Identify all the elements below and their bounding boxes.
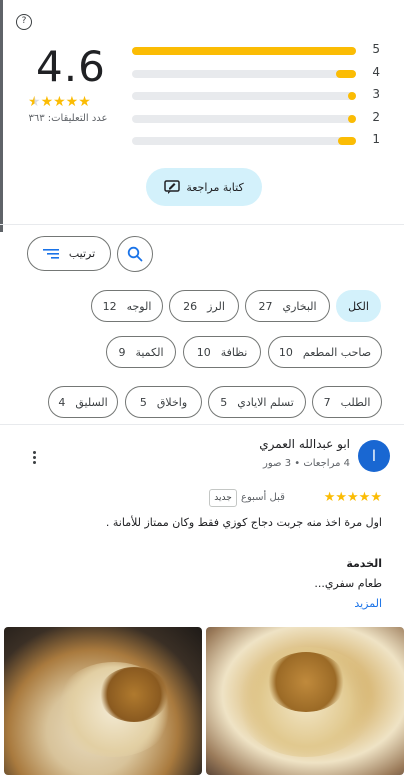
histogram-fill (338, 137, 356, 145)
star-half-icon: ★ (28, 94, 41, 110)
chip-label: البخاري (282, 299, 317, 313)
chip-count: 10 (278, 345, 293, 359)
histogram-label: 4 (372, 64, 380, 79)
chip-count: 4 (58, 395, 66, 409)
chip-label: الوجه (126, 299, 152, 313)
chip-label: السليق (75, 395, 108, 409)
review-count: عدد التعليقات: ٣٦٣ (28, 113, 108, 124)
chip-bukhari[interactable]: البخاري 27 (245, 290, 330, 322)
histogram-row: 2 (128, 110, 388, 133)
review-time: قبل أسبوع (241, 492, 285, 503)
review-photo[interactable] (4, 627, 202, 775)
rating-histogram: 5 4 3 2 1 (128, 42, 388, 155)
average-rating: 4.6 (36, 42, 106, 91)
histogram-row: 1 (128, 132, 388, 155)
histogram-row: 4 (128, 65, 388, 88)
write-review-label: كتابة مراجعة (186, 180, 244, 194)
sort-label: ترتيب (68, 247, 96, 260)
review-author-meta: 4 مراجعات • 3 صور (263, 458, 350, 469)
histogram-fill (348, 114, 356, 123)
chip-count: 5 (220, 395, 228, 409)
histogram-track (132, 92, 356, 100)
rate-review-icon (164, 180, 181, 194)
chip-label: نظافة (220, 345, 248, 359)
review-photo[interactable] (206, 627, 404, 775)
review-author[interactable]: ابو عبدالله العمري (259, 437, 350, 451)
chip-quantity[interactable]: الكمية 9 (106, 336, 176, 368)
chip-count: 12 (102, 299, 117, 313)
chip-count: 7 (323, 395, 331, 409)
sort-button[interactable]: ترتيب (27, 236, 111, 271)
help-icon[interactable]: ? (16, 14, 32, 30)
histogram-label: 5 (372, 42, 380, 56)
divider (0, 424, 404, 425)
chip-restaurant-owner[interactable]: صاحب المطعم 10 (268, 336, 382, 368)
histogram-track (132, 137, 356, 145)
search-reviews-button[interactable] (117, 236, 153, 272)
chip-thanks[interactable]: تسلم الايادي 5 (208, 386, 306, 418)
chip-label: صاحب المطعم (302, 345, 372, 359)
histogram-row: 5 (128, 42, 388, 65)
more-link[interactable]: المزيد (354, 597, 382, 610)
service-value: طعام سفري... (314, 577, 382, 590)
chip-saleeg[interactable]: السليق 4 (48, 386, 118, 418)
more-options-icon[interactable] (33, 451, 37, 465)
histogram-label: 2 (372, 109, 380, 124)
chip-label: تسلم الايادي (237, 395, 294, 409)
avatar[interactable]: ا (358, 440, 390, 472)
histogram-label: 3 (372, 87, 380, 101)
histogram-fill (348, 92, 356, 100)
chip-rice[interactable]: الرز 26 (169, 290, 239, 322)
review-text: اول مرة اخذ منه جربت دجاج كوزي فقط وكان … (105, 516, 382, 529)
histogram-fill (336, 69, 356, 78)
divider (0, 224, 404, 225)
review-stars: ★★★★★ (323, 490, 382, 505)
chip-all[interactable]: الكل (336, 290, 381, 322)
service-label: الخدمة (346, 557, 382, 570)
histogram-fill (132, 47, 356, 55)
chip-count: 10 (196, 345, 211, 359)
chip-label: الطلب (340, 395, 371, 409)
chip-count: 27 (258, 299, 273, 313)
chip-count: 9 (118, 345, 126, 359)
chip-label: الكل (348, 299, 369, 313)
chip-order[interactable]: الطلب 7 (312, 386, 382, 418)
histogram-track (132, 69, 356, 78)
chip-count: 26 (183, 299, 198, 313)
histogram-label: 1 (372, 132, 380, 146)
histogram-track (132, 114, 356, 123)
chip-label: الرز (207, 299, 225, 313)
chip-label: واخلاق (156, 395, 188, 409)
sort-icon (42, 248, 59, 259)
new-badge: جديد (209, 489, 237, 507)
star-icon: ★★★★ (40, 94, 91, 110)
rating-stars: ★★★★★ (28, 94, 91, 110)
chip-face[interactable]: الوجه 12 (91, 290, 163, 322)
histogram-track (132, 47, 356, 55)
panel-edge (0, 0, 3, 232)
chip-label: الكمية (135, 345, 164, 359)
search-icon (127, 246, 143, 262)
write-review-button[interactable]: كتابة مراجعة (146, 168, 262, 206)
chip-count: 5 (139, 395, 147, 409)
chip-manners[interactable]: واخلاق 5 (125, 386, 202, 418)
chip-cleanliness[interactable]: نظافة 10 (183, 336, 261, 368)
histogram-row: 3 (128, 87, 388, 110)
